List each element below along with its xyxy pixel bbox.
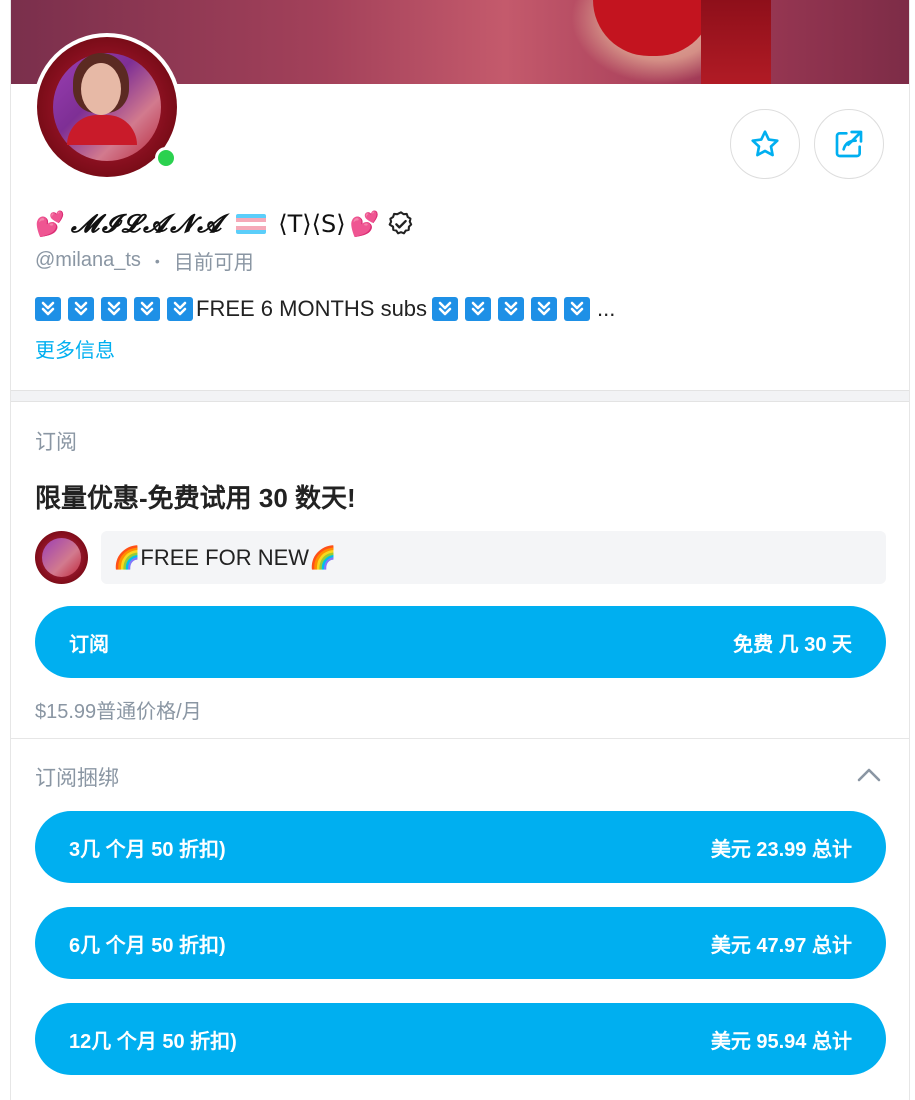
- heart-emoji: 💕: [349, 210, 380, 238]
- double-down-arrow-icon: [68, 297, 94, 321]
- bio-text: FREE 6 MONTHS subs: [196, 296, 428, 321]
- message-avatar[interactable]: [35, 531, 88, 584]
- double-down-arrow-icon: [465, 297, 492, 321]
- verified-badge-icon: [389, 211, 413, 235]
- bundle-label: 6几 个月 50 折扣): [69, 934, 226, 957]
- subscribe-button-price: 免费 几 30 天: [733, 633, 852, 656]
- profile-name: 💕 𝓜𝓘𝓛𝓐𝓝𝓐 ⟨T⟩⟨S⟩ 💕: [35, 204, 415, 244]
- profile-handle-row: @milana_ts • 目前可用: [35, 246, 254, 275]
- profile-name-suffix: ⟨T⟩⟨S⟩: [278, 210, 346, 238]
- heart-emoji: 💕: [35, 210, 65, 238]
- double-down-arrow-icon: [498, 297, 525, 321]
- double-down-arrow-icon: [432, 297, 459, 321]
- subscribe-button[interactable]: 订阅 免费 几 30 天: [35, 606, 886, 678]
- share-button[interactable]: [814, 109, 884, 179]
- chevron-up-icon[interactable]: [856, 764, 882, 786]
- profile-bio: FREE 6 MONTHS subs ...: [35, 294, 615, 324]
- avatar-face: [81, 63, 121, 115]
- section-divider: [11, 390, 909, 402]
- profile-handle: @milana_ts: [35, 249, 141, 271]
- subscription-section-title: 订阅: [35, 431, 77, 454]
- bundle-label: 12几 个月 50 折扣): [69, 1030, 237, 1053]
- double-down-arrow-icon: [564, 297, 591, 321]
- subscribe-button-label: 订阅: [69, 633, 109, 656]
- profile-card: 💕 𝓜𝓘𝓛𝓐𝓝𝓐 ⟨T⟩⟨S⟩ 💕 @milana_ts • 目前可用 FREE…: [10, 0, 910, 1100]
- bio-ellipsis: ...: [597, 296, 616, 321]
- more-info-link[interactable]: 更多信息: [35, 334, 115, 363]
- section-divider: [11, 738, 909, 739]
- availability-status: 目前可用: [173, 252, 254, 274]
- bundle-label: 3几 个月 50 折扣): [69, 838, 226, 861]
- transgender-flag-icon: [236, 214, 267, 234]
- star-icon: [751, 130, 779, 157]
- bundle-price: 美元 47.97 总计: [710, 934, 852, 957]
- double-down-arrow-icon: [35, 297, 61, 321]
- share-icon: [835, 130, 863, 158]
- bundle-button-6-months[interactable]: 6几 个月 50 折扣) 美元 47.97 总计: [35, 907, 886, 979]
- message-avatar-image: [42, 538, 81, 577]
- profile-name-script: 𝓜𝓘𝓛𝓐𝓝𝓐: [70, 209, 225, 238]
- regular-price: $15.99普通价格/月: [35, 701, 202, 723]
- bundle-price: 美元 95.94 总计: [710, 1030, 852, 1053]
- promo-message: 🌈FREE FOR NEW🌈: [35, 531, 886, 584]
- cover-drape: [701, 0, 771, 84]
- favorite-button[interactable]: [730, 109, 800, 179]
- promo-title: 限量优惠-免费试用 30 数天!: [35, 483, 356, 513]
- bundles-section-title: 订阅捆绑: [35, 767, 119, 790]
- double-down-arrow-icon: [101, 297, 127, 321]
- bundle-price: 美元 23.99 总计: [710, 838, 852, 861]
- separator-dot: •: [154, 252, 160, 269]
- message-bubble: 🌈FREE FOR NEW🌈: [101, 531, 886, 584]
- online-status-dot: [155, 147, 177, 169]
- double-down-arrow-icon: [531, 297, 558, 321]
- bundle-button-12-months[interactable]: 12几 个月 50 折扣) 美元 95.94 总计: [35, 1003, 886, 1075]
- double-down-arrow-icon: [167, 297, 193, 321]
- double-down-arrow-icon: [134, 297, 160, 321]
- bundle-button-3-months[interactable]: 3几 个月 50 折扣) 美元 23.99 总计: [35, 811, 886, 883]
